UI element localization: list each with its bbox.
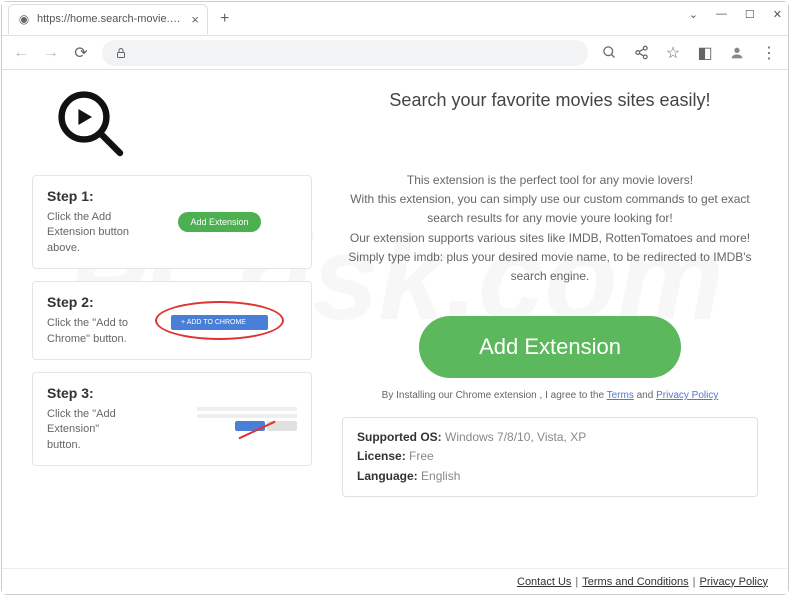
footer-terms-link[interactable]: Terms and Conditions — [582, 576, 688, 588]
chevron-down-icon[interactable]: ⌄ — [689, 8, 698, 21]
minimize-icon[interactable]: ― — [716, 8, 727, 21]
license-value: Free — [409, 449, 434, 463]
tab-close-icon[interactable]: × — [191, 12, 199, 27]
tab-title: https://home.search-movie.com — [37, 13, 185, 25]
step-desc: Click the "Add to Chrome" button. — [47, 316, 132, 347]
footer-privacy-link[interactable]: Privacy Policy — [700, 576, 768, 588]
language-value: English — [421, 469, 460, 483]
license-label: License: — [357, 449, 406, 463]
step-3-card: Step 3: Click the "Add Extension" button… — [32, 372, 312, 466]
step-desc: Click the Add Extension button above. — [47, 210, 132, 256]
step-title: Step 2: — [47, 294, 132, 310]
os-value: Windows 7/8/10, Vista, XP — [445, 430, 586, 444]
reload-icon[interactable]: ⟳ — [72, 44, 90, 62]
new-tab-button[interactable]: + — [214, 10, 235, 28]
info-box: Supported OS: Windows 7/8/10, Vista, XP … — [342, 417, 758, 497]
bookmark-star-icon[interactable]: ☆ — [664, 44, 682, 62]
add-extension-button[interactable]: Add Extension — [419, 316, 681, 378]
browser-titlebar: ◉ https://home.search-movie.com × + ⌄ ― … — [2, 2, 788, 36]
language-label: Language: — [357, 469, 418, 483]
step1-mini-button: Add Extension — [178, 212, 260, 232]
menu-icon[interactable]: ⋮ — [760, 44, 778, 62]
maximize-icon[interactable]: ☐ — [745, 8, 755, 21]
site-logo-icon — [52, 85, 132, 165]
close-icon[interactable]: ✕ — [773, 8, 782, 21]
share-icon[interactable] — [632, 44, 650, 62]
step-1-card: Step 1: Click the Add Extension button a… — [32, 175, 312, 269]
page-headline: Search your favorite movies sites easily… — [342, 90, 758, 111]
step-title: Step 1: — [47, 188, 132, 204]
terms-link[interactable]: Terms — [607, 390, 634, 401]
step-2-card: Step 2: Click the "Add to Chrome" button… — [32, 281, 312, 360]
privacy-link[interactable]: Privacy Policy — [656, 390, 718, 401]
page-footer: Contact Us| Terms and Conditions| Privac… — [2, 568, 788, 594]
back-icon[interactable]: ← — [12, 44, 30, 62]
os-label: Supported OS: — [357, 430, 442, 444]
profile-icon[interactable] — [728, 44, 746, 62]
browser-toolbar: ← → ⟳ ☆ ◧ ⋮ — [2, 36, 788, 70]
forward-icon[interactable]: → — [42, 44, 60, 62]
lock-icon — [112, 44, 130, 62]
step3-mock-dialog — [142, 407, 297, 431]
tab-favicon-icon: ◉ — [17, 12, 31, 26]
agree-text: By Installing our Chrome extension , I a… — [342, 390, 758, 401]
browser-tab[interactable]: ◉ https://home.search-movie.com × — [8, 4, 208, 34]
red-highlight-circle: + ADD TO CHROME — [155, 301, 284, 340]
step-title: Step 3: — [47, 385, 132, 401]
step-desc: Click the "Add Extension" button. — [47, 407, 132, 453]
panel-icon[interactable]: ◧ — [696, 44, 714, 62]
footer-contact-link[interactable]: Contact Us — [517, 576, 571, 588]
page-description: This extension is the perfect tool for a… — [342, 171, 758, 286]
address-bar[interactable] — [102, 40, 588, 66]
step2-mini-button: + ADD TO CHROME — [171, 315, 268, 330]
search-icon[interactable] — [600, 44, 618, 62]
